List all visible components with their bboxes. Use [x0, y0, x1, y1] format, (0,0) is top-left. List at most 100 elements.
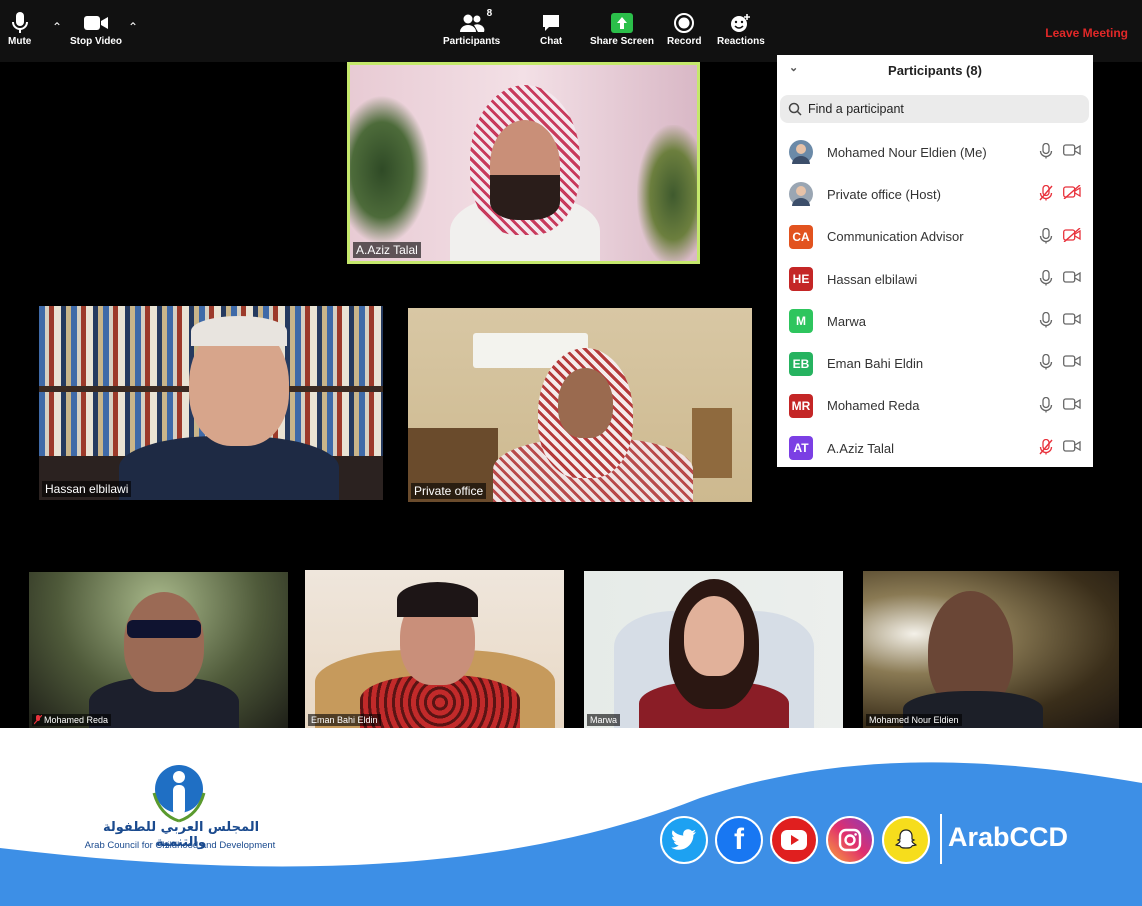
- participant-row[interactable]: AT A.Aziz Talal: [777, 427, 1093, 469]
- social-handle[interactable]: ArabCCD: [948, 822, 1068, 853]
- participants-panel: ⌄ Participants (8) Find a participant Mo…: [777, 55, 1093, 467]
- participant-row[interactable]: Private office (Host): [777, 173, 1093, 215]
- plant-left: [350, 95, 430, 245]
- participant-row[interactable]: Mohamed Nour Eldien (Me): [777, 131, 1093, 173]
- mute-button[interactable]: Mute: [8, 10, 31, 47]
- video-tile-private-office[interactable]: Private office: [408, 308, 752, 502]
- participant-avatar: [789, 182, 813, 207]
- microphone-icon[interactable]: [1039, 227, 1053, 244]
- video-camera-icon: [83, 10, 109, 36]
- video-off-icon[interactable]: [1063, 227, 1081, 242]
- participant-row[interactable]: EB Eman Bahi Eldin: [777, 342, 1093, 384]
- participant-name: Communication Advisor: [827, 229, 964, 245]
- participant-name: Hassan elbilawi: [827, 271, 918, 287]
- tile-name-label: Mohamed Nour Eldien: [866, 714, 962, 726]
- participant-name: Marwa: [827, 313, 867, 329]
- reactions-icon: [730, 10, 752, 36]
- video-tile-marwa[interactable]: Marwa: [584, 571, 843, 728]
- participants-button[interactable]: 8 Participants: [443, 8, 500, 47]
- tile-name-label: Hassan elbilawi: [42, 481, 132, 497]
- participant-name: Mohamed Reda: [827, 398, 920, 414]
- share-screen-button[interactable]: Share Screen: [590, 10, 654, 47]
- org-name-english: Arab Council for Childhood and Developme…: [84, 840, 276, 851]
- participant-row[interactable]: CA Communication Advisor: [777, 216, 1093, 258]
- tile-name-label: Eman Bahi Eldin: [308, 714, 381, 726]
- panel-title: Participants (8): [888, 62, 982, 78]
- microphone-icon[interactable]: [1039, 396, 1053, 413]
- participant-list: Mohamed Nour Eldien (Me) Private office (…: [777, 131, 1093, 469]
- youtube-icon[interactable]: [770, 816, 818, 864]
- video-camera-icon[interactable]: [1063, 143, 1081, 157]
- video-tile-mohamed-reda[interactable]: Mohamed Reda: [29, 572, 288, 728]
- leave-meeting-button[interactable]: Leave Meeting: [1045, 26, 1128, 40]
- microphone-icon[interactable]: [1039, 354, 1053, 370]
- record-button[interactable]: Record: [667, 10, 701, 47]
- chat-button[interactable]: Chat: [540, 10, 562, 47]
- participant-glasses: [127, 620, 201, 638]
- video-tile-eman[interactable]: Eman Bahi Eldin: [305, 570, 564, 728]
- facebook-icon[interactable]: f: [715, 816, 763, 864]
- participant-beard: [490, 175, 560, 220]
- participant-avatar: EB: [789, 351, 813, 376]
- participant-name: Eman Bahi Eldin: [827, 356, 924, 372]
- participant-hair: [397, 582, 478, 617]
- meeting-toolbar: Mute ⌃ Stop Video ⌃ 8 Participants Chat: [0, 0, 1142, 62]
- microphone-icon: [11, 10, 28, 36]
- instagram-icon[interactable]: [826, 816, 874, 864]
- snapchat-icon[interactable]: [882, 816, 930, 864]
- tile-name-label: Mohamed Reda: [32, 714, 112, 726]
- tile-name-label: Marwa: [587, 714, 621, 726]
- video-camera-icon[interactable]: [1063, 354, 1081, 368]
- zoom-window: Mute ⌃ Stop Video ⌃ 8 Participants Chat: [0, 0, 1142, 728]
- participant-name: Private office (Host): [827, 186, 941, 202]
- social-divider: [940, 814, 942, 864]
- muted-mic-icon[interactable]: [1039, 439, 1053, 455]
- reactions-button[interactable]: Reactions: [717, 10, 765, 47]
- participant-row[interactable]: M Marwa: [777, 300, 1093, 342]
- participant-avatar: AT: [789, 436, 813, 461]
- video-tile-hassan[interactable]: Hassan elbilawi: [39, 306, 383, 500]
- muted-mic-icon[interactable]: [1039, 185, 1053, 201]
- microphone-icon[interactable]: [1039, 143, 1053, 159]
- participant-avatar: HE: [789, 267, 813, 292]
- participant-hair: [191, 316, 287, 346]
- mute-options-caret[interactable]: ⌃: [52, 20, 62, 34]
- participant-avatar: [789, 140, 813, 165]
- participants-icon: 8: [459, 8, 492, 36]
- chat-icon: [541, 10, 561, 36]
- video-camera-icon[interactable]: [1063, 439, 1081, 453]
- participant-row[interactable]: HE Hassan elbilawi: [777, 258, 1093, 300]
- muted-mic-icon: [34, 715, 42, 725]
- frame-right: [692, 408, 732, 478]
- twitter-icon[interactable]: [660, 816, 708, 864]
- participant-search-input[interactable]: Find a participant: [780, 95, 1089, 123]
- stop-video-button[interactable]: Stop Video: [70, 10, 122, 47]
- org-logo: [148, 763, 210, 825]
- tile-name-label: Private office: [411, 483, 487, 499]
- participant-name: Mohamed Nour Eldien (Me): [827, 144, 987, 160]
- video-camera-icon[interactable]: [1063, 312, 1081, 326]
- collapse-chevron-icon[interactable]: ⌄: [789, 61, 798, 74]
- plant-right: [637, 125, 697, 261]
- video-off-icon[interactable]: [1063, 185, 1081, 200]
- video-options-caret[interactable]: ⌃: [128, 20, 138, 34]
- participant-name: A.Aziz Talal: [827, 440, 894, 456]
- video-camera-icon[interactable]: [1063, 270, 1081, 284]
- participant-face: [558, 368, 613, 438]
- footer-banner: المجلس العربي للطفولة والتنمية Arab Coun…: [0, 728, 1142, 906]
- participant-avatar: CA: [789, 224, 813, 249]
- microphone-icon[interactable]: [1039, 269, 1053, 286]
- participant-face: [124, 592, 204, 692]
- video-camera-icon[interactable]: [1063, 397, 1081, 411]
- org-emblem-icon: [152, 765, 206, 823]
- participant-avatar: M: [789, 309, 813, 334]
- video-tile-nour[interactable]: Mohamed Nour Eldien: [863, 571, 1119, 728]
- record-icon: [674, 10, 695, 36]
- participant-row[interactable]: MR Mohamed Reda: [777, 385, 1093, 427]
- tile-name-label: A.Aziz Talal: [353, 242, 421, 258]
- panel-header: ⌄ Participants (8): [777, 55, 1093, 85]
- video-tile-active-speaker[interactable]: A.Aziz Talal: [347, 62, 700, 264]
- participant-face: [684, 596, 744, 676]
- participant-avatar: MR: [789, 393, 813, 418]
- microphone-icon[interactable]: [1039, 312, 1053, 328]
